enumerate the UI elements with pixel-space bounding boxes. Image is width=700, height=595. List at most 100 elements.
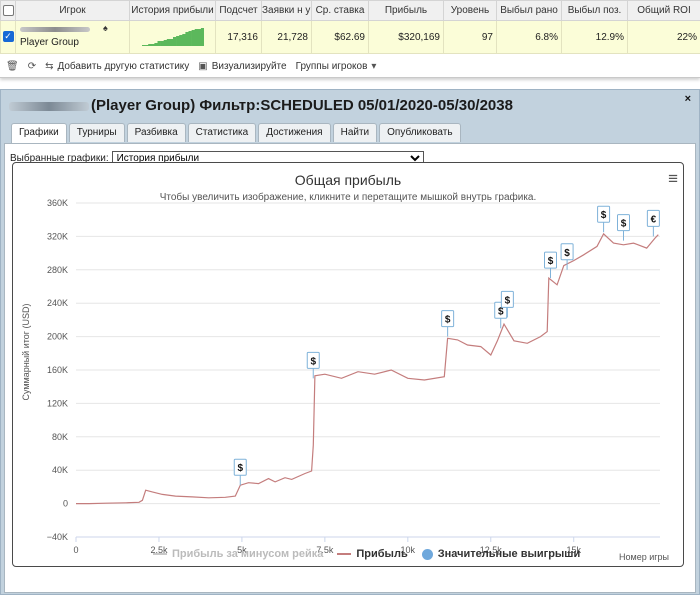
grid-toolbar: 🗑 ⟳ ⇆ Добавить другую статистику ▣ Визуали… xyxy=(0,54,700,78)
header-profit-history[interactable]: История прибыли xyxy=(129,0,216,21)
chart-legend: Прибыль за минусом рейка Прибыль Значите… xyxy=(153,548,580,560)
x-tick-label: 0 xyxy=(73,545,78,555)
profit-sparkline xyxy=(141,27,204,46)
y-tick-label: 120K xyxy=(47,398,68,408)
y-tick-label: 160K xyxy=(47,365,68,375)
blurred-title-name xyxy=(9,101,89,111)
tab-publish[interactable]: Опубликовать xyxy=(379,123,461,142)
chart-plot[interactable]: −40K 0 40K 80K 120K 160K 200K 240K 280K 320K 360K 0… xyxy=(13,163,685,568)
panel-title: (Player Group) Фильтр:SCHEDULED 05/01/20… xyxy=(9,97,513,114)
y-tick-label: 0 xyxy=(63,499,68,509)
legend-item-rake[interactable]: Прибыль за минусом рейка xyxy=(153,548,323,560)
big-win-marker-label: $ xyxy=(445,315,451,326)
header-roi[interactable]: Общий ROI xyxy=(627,0,700,21)
avg-stake-cell: $62.69 xyxy=(311,20,369,54)
header-entries[interactable]: Заявки н у· xyxy=(261,0,312,21)
sparkline-bar xyxy=(147,43,152,46)
profit-cell: $320,169 xyxy=(368,20,444,54)
legend-item-big-wins[interactable]: Значительные выигрыши xyxy=(421,548,581,560)
app-root: Игрок История прибыли Подсчет Заявки н у… xyxy=(0,0,700,595)
y-tick-label: 280K xyxy=(47,265,68,275)
stats-table: Игрок История прибыли Подсчет Заявки н у… xyxy=(0,0,700,54)
sparkline-bar xyxy=(200,27,204,46)
legend-big-wins-label: Значительные выигрыши xyxy=(437,548,581,560)
player-groups-dropdown[interactable]: Группы игроков ▾ xyxy=(296,61,377,72)
select-all-checkbox[interactable] xyxy=(2,4,14,16)
blurred-player-name xyxy=(20,26,90,32)
tab-find[interactable]: Найти xyxy=(332,123,378,142)
chevron-down-icon: ▾ xyxy=(371,60,377,72)
trash-icon[interactable]: 🗑 xyxy=(6,61,19,72)
big-win-marker-label: $ xyxy=(548,256,554,267)
tab-content: Выбранные графики: История прибыли Общая… xyxy=(4,143,696,593)
header-avg-stake[interactable]: Ср. ставка xyxy=(311,0,369,21)
report-panel: (Player Group) Фильтр:SCHEDULED 05/01/20… xyxy=(0,89,700,595)
header-level[interactable]: Уровень xyxy=(443,0,497,21)
sparkline-bar xyxy=(144,44,148,46)
sparkline-bar xyxy=(163,39,167,46)
visualize-label: Визуализируйте xyxy=(211,60,287,72)
profit-series-line xyxy=(76,232,659,505)
legend-big-wins-swatch xyxy=(421,548,433,560)
tab-tournaments[interactable]: Турниры xyxy=(68,123,125,142)
roi-cell: 22% xyxy=(627,20,700,54)
select-all-cell[interactable] xyxy=(0,0,16,21)
big-win-marker-label: $ xyxy=(601,210,607,221)
y-tick-label: 40K xyxy=(52,465,68,475)
header-late-out[interactable]: Выбыл поз. xyxy=(561,0,628,21)
header-count[interactable]: Подсчет xyxy=(215,0,262,21)
early-out-cell: 6.8% xyxy=(496,20,562,54)
y-tick-label: −40K xyxy=(47,532,68,542)
visualize-button[interactable]: ▣ Визуализируйте xyxy=(198,61,286,72)
header-profit[interactable]: Прибыль xyxy=(368,0,444,21)
big-win-marker-label: € xyxy=(651,214,657,225)
x-axis-title: Номер игры xyxy=(619,552,669,562)
row-checkbox[interactable]: ✓ xyxy=(2,31,14,43)
row-checkbox-cell[interactable]: ✓ xyxy=(0,20,16,54)
sparkline-bar xyxy=(197,28,201,46)
add-stats-button[interactable]: ⇆ Добавить другую статистику xyxy=(45,61,189,72)
big-win-marker-label: $ xyxy=(564,248,570,259)
legend-rake-swatch xyxy=(153,553,167,555)
table-header-row: Игрок История прибыли Подсчет Заявки н у… xyxy=(0,0,700,21)
level-cell: 97 xyxy=(443,20,497,54)
y-axis-title: Суммарный итог (USD) xyxy=(21,303,31,401)
sparkline-bar xyxy=(169,38,173,46)
player-cell[interactable]: Player Group ♠ xyxy=(15,20,130,54)
panel-title-text: (Player Group) Фильтр:SCHEDULED 05/01/20… xyxy=(91,97,513,114)
chart-container[interactable]: Общая прибыль Чтобы увеличить изображени… xyxy=(12,162,684,567)
y-tick-label: 200K xyxy=(47,332,68,342)
tab-breakdown[interactable]: Разбивка xyxy=(126,123,186,142)
legend-rake-label: Прибыль за минусом рейка xyxy=(172,548,324,560)
sparkline-bar xyxy=(172,36,176,46)
refresh-icon[interactable]: ⟳ xyxy=(28,61,36,72)
tab-charts[interactable]: Графики xyxy=(11,123,67,143)
sparkline-bar xyxy=(166,38,170,46)
count-cell: 17,316 xyxy=(215,20,262,54)
big-win-marker-label: $ xyxy=(498,306,504,317)
big-win-marker-label: $ xyxy=(237,463,243,474)
header-player[interactable]: Игрок xyxy=(15,0,130,21)
sparkline-bar xyxy=(160,40,164,46)
sparkline-bar xyxy=(191,29,195,46)
sparkline-bar xyxy=(194,28,198,46)
sparkline-bar xyxy=(178,34,183,46)
sparkline-bar xyxy=(153,42,158,46)
close-icon[interactable]: × xyxy=(685,93,691,105)
table-row[interactable]: ✓ Player Group ♠ 17,316 21,728 $62.69 $3… xyxy=(0,20,700,54)
image-icon: ▣ xyxy=(198,60,208,72)
big-win-marker-label: $ xyxy=(505,295,511,306)
tab-statistics[interactable]: Статистика xyxy=(187,123,257,142)
sparkline-bar xyxy=(175,35,179,46)
sparkline-bar xyxy=(188,30,192,46)
add-stats-label: Добавить другую статистику xyxy=(57,60,190,72)
header-early-out[interactable]: Выбыл рано xyxy=(496,0,562,21)
y-tick-label: 320K xyxy=(47,231,68,241)
y-tick-label: 80K xyxy=(52,432,68,442)
big-win-marker-label: $ xyxy=(621,219,627,230)
y-tick-label: 240K xyxy=(47,298,68,308)
tab-achievements[interactable]: Достижения xyxy=(258,123,331,142)
tab-bar: Графики Турниры Разбивка Статистика Дост… xyxy=(11,123,461,143)
legend-item-profit[interactable]: Прибыль xyxy=(337,548,408,560)
y-tick-label: 360K xyxy=(47,198,68,208)
